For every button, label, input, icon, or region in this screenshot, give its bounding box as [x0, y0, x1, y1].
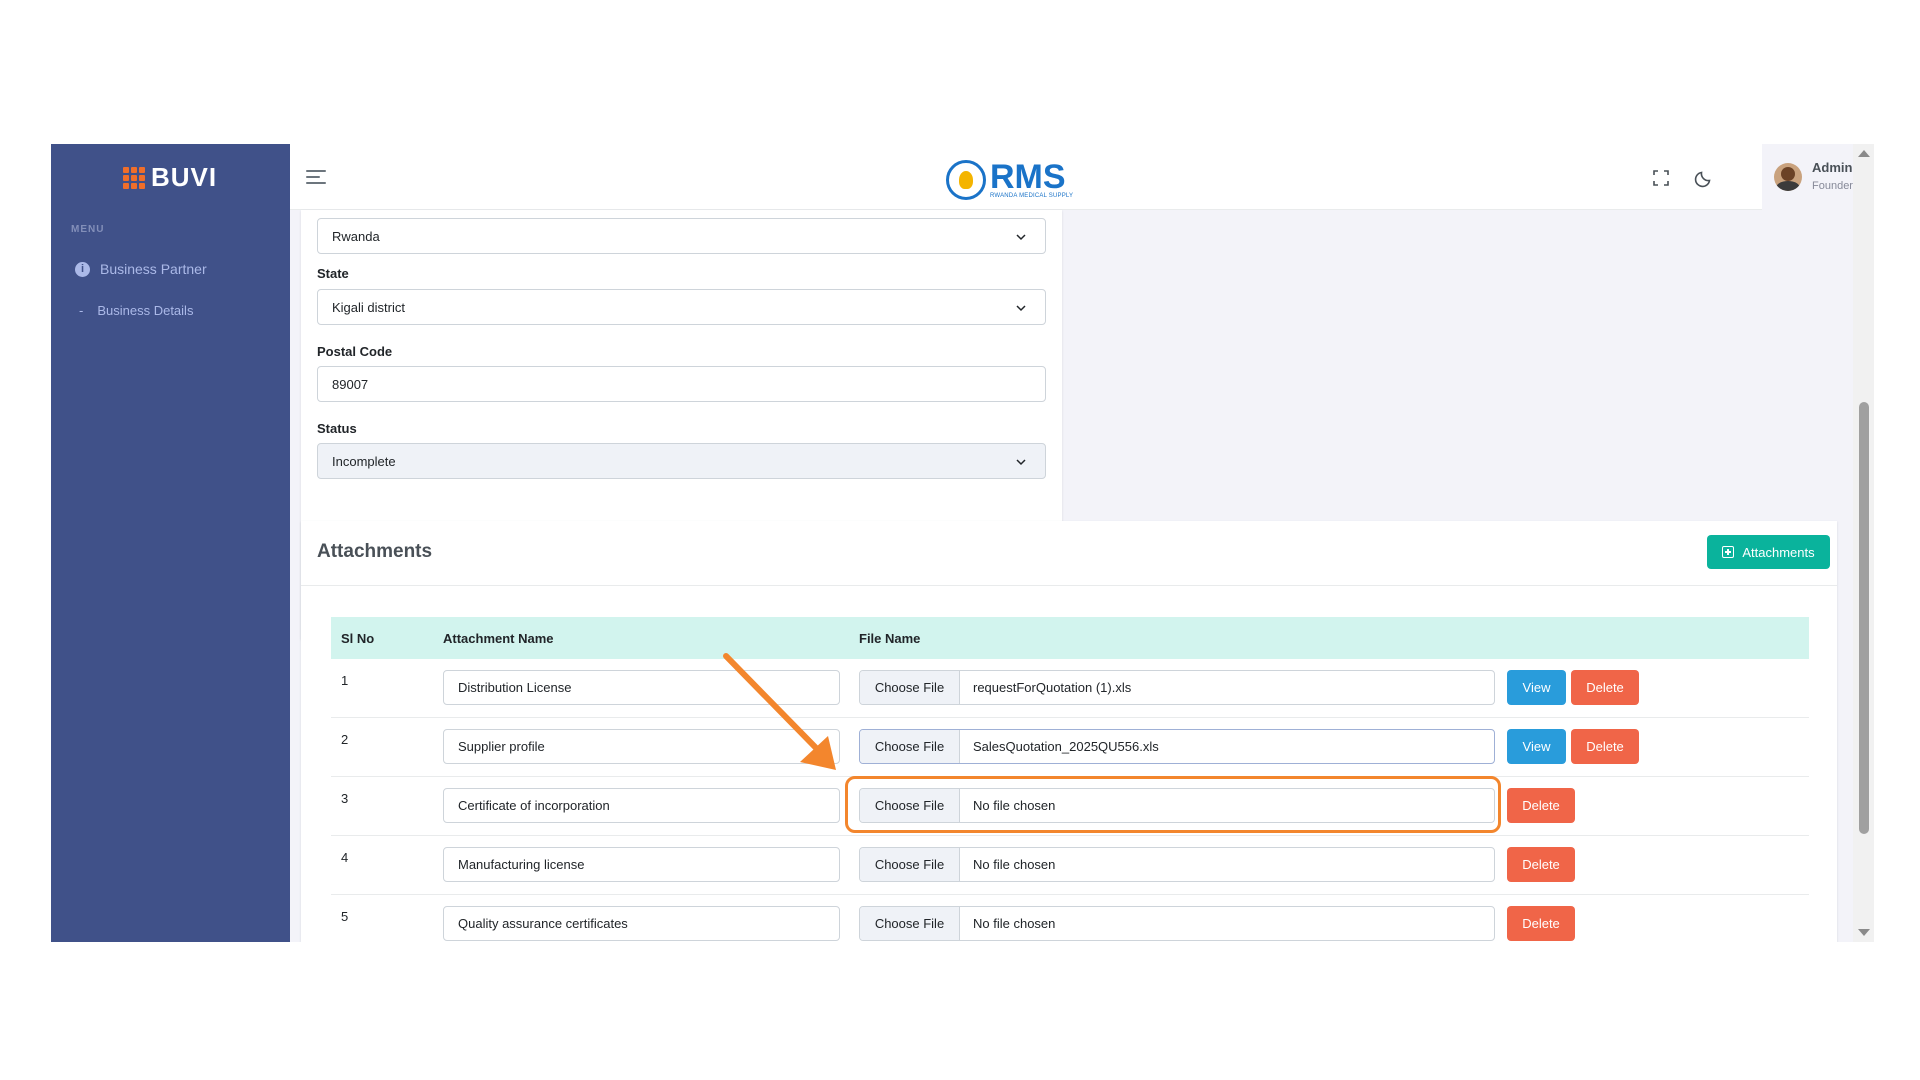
brand-subtitle: RWANDA MEDICAL SUPPLY — [990, 193, 1074, 199]
choose-file-button[interactable]: Choose File — [860, 907, 960, 940]
attachments-card: Attachments Attachments Sl No Attachment… — [301, 521, 1837, 942]
user-name: Admin — [1812, 160, 1853, 175]
row-sl: 3 — [341, 791, 349, 806]
file-name: SalesQuotation_2025QU556.xls — [973, 739, 1159, 754]
menu-icon[interactable] — [306, 170, 326, 184]
fullscreen-icon[interactable] — [1651, 168, 1671, 188]
delete-button[interactable]: Delete — [1507, 906, 1575, 941]
row-sl: 1 — [341, 673, 349, 688]
moon-icon[interactable] — [1694, 168, 1714, 188]
add-attachment-button[interactable]: Attachments — [1707, 535, 1830, 569]
app-window: BUVI MENU i Business Partner - Business … — [51, 144, 1874, 942]
table-row: 4 Manufacturing license Choose File No f… — [331, 836, 1809, 895]
chevron-down-icon — [1016, 234, 1026, 241]
delete-button[interactable]: Delete — [1571, 670, 1639, 705]
status-label: Status — [317, 421, 357, 436]
table-row: 3 Certificate of incorporation Choose Fi… — [331, 777, 1809, 836]
country-select[interactable]: Rwanda — [317, 218, 1046, 254]
logo-text: BUVI — [151, 162, 218, 192]
attachment-name-input[interactable]: Certificate of incorporation — [443, 788, 840, 823]
choose-file-button[interactable]: Choose File — [860, 848, 960, 881]
scroll-up-arrow-icon[interactable] — [1858, 150, 1870, 157]
logo-mark-icon — [123, 166, 145, 189]
table-row: 1 Distribution License Choose File reque… — [331, 659, 1809, 718]
delete-button[interactable]: Delete — [1571, 729, 1639, 764]
delete-button[interactable]: Delete — [1507, 788, 1575, 823]
topbar: RMS RWANDA MEDICAL SUPPLY Admin Founder — [290, 144, 1853, 210]
user-menu[interactable]: Admin Founder — [1762, 144, 1853, 210]
scroll-down-arrow-icon[interactable] — [1858, 929, 1870, 936]
plus-square-icon — [1722, 546, 1735, 558]
menu-section-title: MENU — [71, 224, 105, 235]
country-value: Rwanda — [332, 228, 380, 244]
choose-file-button[interactable]: Choose File — [860, 730, 960, 763]
user-role: Founder — [1812, 180, 1853, 192]
status-select[interactable]: Incomplete — [317, 443, 1046, 479]
file-input[interactable]: Choose File No file chosen — [859, 788, 1495, 823]
column-header-file: File Name — [859, 631, 921, 646]
rms-emblem-icon — [946, 160, 986, 200]
row-sl: 4 — [341, 850, 349, 865]
attachment-name-input[interactable]: Quality assurance certificates — [443, 906, 840, 941]
row-sl: 2 — [341, 732, 349, 747]
sidebar: BUVI MENU i Business Partner - Business … — [51, 144, 290, 942]
choose-file-button[interactable]: Choose File — [860, 671, 960, 704]
file-input[interactable]: Choose File No file chosen — [859, 847, 1495, 882]
table-row: 5 Quality assurance certificates Choose … — [331, 895, 1809, 942]
attachment-name-input[interactable]: Supplier profile — [443, 729, 840, 764]
choose-file-button[interactable]: Choose File — [860, 789, 960, 822]
brand-name: RMS — [990, 158, 1066, 196]
sidebar-item-business-partner[interactable]: i Business Partner — [75, 261, 207, 277]
sub-bullet: - — [79, 303, 84, 318]
attachments-title: Attachments — [317, 541, 433, 562]
attachment-name-input[interactable]: Manufacturing license — [443, 847, 840, 882]
file-name: No file chosen — [973, 857, 1056, 872]
add-attachment-label: Attachments — [1742, 544, 1815, 560]
buvi-logo[interactable]: BUVI — [123, 162, 217, 193]
status-value: Incomplete — [332, 453, 396, 469]
column-header-name: Attachment Name — [443, 631, 554, 646]
page-scrollbar[interactable] — [1853, 144, 1874, 942]
view-button[interactable]: View — [1507, 729, 1566, 764]
avatar — [1774, 163, 1802, 191]
view-button[interactable]: View — [1507, 670, 1566, 705]
rms-logo[interactable]: RMS RWANDA MEDICAL SUPPLY — [946, 160, 1073, 200]
attachment-name-input[interactable]: Distribution License — [443, 670, 840, 705]
chevron-down-icon — [1016, 459, 1026, 466]
state-value: Kigali district — [332, 299, 405, 315]
sidebar-subitem-business-details[interactable]: - Business Details — [79, 303, 193, 318]
file-name: No file chosen — [973, 798, 1056, 813]
postal-code-label: Postal Code — [317, 344, 393, 359]
sidebar-item-label: Business Partner — [100, 261, 207, 277]
state-select[interactable]: Kigali district — [317, 289, 1046, 325]
file-name: requestForQuotation (1).xls — [973, 680, 1132, 695]
chevron-down-icon — [1016, 305, 1026, 312]
table-row: 2 Supplier profile Choose File SalesQuot… — [331, 718, 1809, 777]
info-icon: i — [75, 261, 90, 277]
column-header-sl: Sl No — [341, 631, 375, 646]
row-sl: 5 — [341, 909, 349, 924]
state-label: State — [317, 266, 349, 281]
sidebar-subitem-label: Business Details — [97, 303, 194, 318]
file-input[interactable]: Choose File SalesQuotation_2025QU556.xls — [859, 729, 1495, 764]
delete-button[interactable]: Delete — [1507, 847, 1575, 882]
scroll-thumb[interactable] — [1859, 402, 1869, 834]
postal-code-value: 89007 — [332, 376, 369, 392]
file-input[interactable]: Choose File requestForQuotation (1).xls — [859, 670, 1495, 705]
table-header: Sl No Attachment Name File Name — [331, 617, 1809, 659]
file-name: No file chosen — [973, 916, 1056, 931]
postal-code-input[interactable]: 89007 — [317, 366, 1046, 402]
file-input[interactable]: Choose File No file chosen — [859, 906, 1495, 941]
card-divider — [301, 585, 1837, 586]
